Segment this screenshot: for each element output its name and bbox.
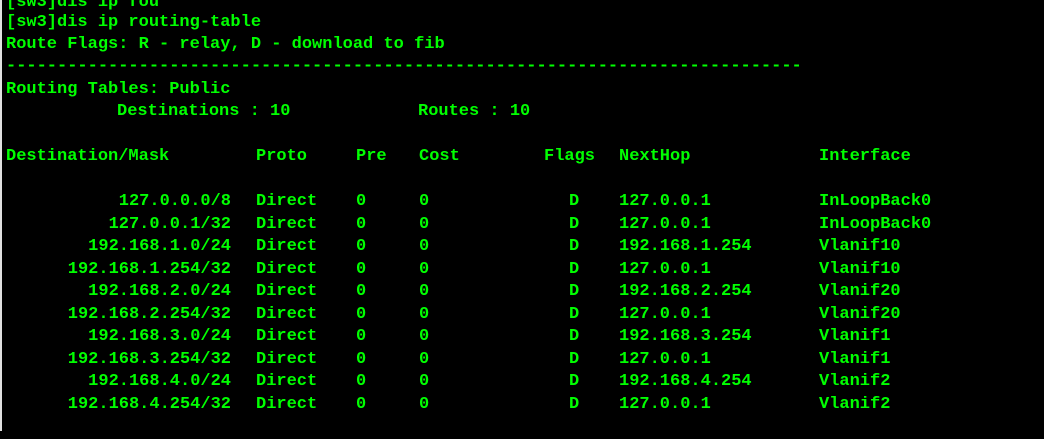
row-flags: D [569,304,580,324]
row-pre: 0 [356,372,367,391]
row-destination: 192.168.4.0/24 [88,372,231,391]
destinations-count: Destinations : 10 [117,102,291,121]
row-cost: 0 [419,327,430,346]
row-pre: 0 [356,327,367,346]
header-interface: Interface [819,147,911,166]
row-flags: D [569,214,580,234]
row-destination: 127.0.0.0/8 [118,192,231,211]
command-line: [sw3]dis ip routing-table [6,13,262,32]
row-flags: D [569,282,580,301]
row-flags: D [569,259,580,279]
row-destination: 127.0.0.1/32 [108,214,231,234]
route-flags-legend: Route Flags: R - relay, D - download to … [6,35,445,54]
row-interface: Vlanif20 [819,304,901,324]
row-cost: 0 [419,259,430,279]
row-pre: 0 [356,237,367,256]
row-proto: Direct [256,214,318,234]
row-nexthop: 192.168.1.254 [619,237,752,256]
row-nexthop: 127.0.0.1 [619,394,711,414]
row-flags: D [569,237,580,256]
row-cost: 0 [419,394,430,414]
row-interface: Vlanif2 [819,394,891,414]
separator-line: ----------------------------------------… [6,57,802,76]
row-proto: Direct [256,327,318,346]
row-destination: 192.168.3.254/32 [67,349,231,369]
row-pre: 0 [356,304,367,324]
row-pre: 0 [356,192,367,211]
row-proto: Direct [256,349,318,369]
row-nexthop: 127.0.0.1 [619,259,711,279]
row-pre: 0 [356,349,367,369]
header-proto: Proto [256,147,308,166]
row-destination: 192.168.2.254/32 [67,304,231,324]
row-proto: Direct [256,237,318,256]
header-nexthop: NextHop [619,147,691,166]
row-proto: Direct [256,259,318,279]
row-pre: 0 [356,394,367,414]
row-interface: Vlanif10 [819,237,901,256]
row-proto: Direct [256,282,318,301]
row-flags: D [569,349,580,369]
row-proto: Direct [256,304,318,324]
row-pre: 0 [356,214,367,234]
row-flags: D [569,192,580,211]
row-nexthop: 127.0.0.1 [619,214,711,234]
routes-count: Routes : 10 [418,102,531,121]
row-pre: 0 [356,282,367,301]
row-interface: Vlanif1 [819,327,891,346]
row-destination: 192.168.1.0/24 [88,237,231,256]
row-proto: Direct [256,192,318,211]
row-proto: Direct [256,372,318,391]
row-nexthop: 192.168.3.254 [619,327,752,346]
header-flags: Flags [544,147,596,166]
row-flags: D [569,394,580,414]
row-cost: 0 [419,192,430,211]
row-interface: Vlanif20 [819,282,901,301]
row-nexthop: 192.168.4.254 [619,372,752,391]
row-nexthop: 192.168.2.254 [619,282,752,301]
header-destination: Destination/Mask [6,147,170,166]
row-flags: D [569,372,580,391]
row-nexthop: 127.0.0.1 [619,349,711,369]
row-nexthop: 127.0.0.1 [619,304,711,324]
row-cost: 0 [419,372,430,391]
row-nexthop: 127.0.0.1 [619,192,711,211]
row-interface: InLoopBack0 [819,214,932,234]
terminal-window[interactable]: [sw3]dis ip fou [sw3]dis ip routing-tabl… [0,0,1044,439]
header-cost: Cost [419,147,460,166]
header-pre: Pre [356,147,387,166]
row-destination: 192.168.4.254/32 [67,394,231,414]
row-destination: 192.168.3.0/24 [88,327,231,346]
row-cost: 0 [419,349,430,369]
row-destination: 192.168.2.0/24 [88,282,231,301]
row-cost: 0 [419,282,430,301]
row-interface: Vlanif1 [819,349,891,369]
row-proto: Direct [256,394,318,414]
routing-tables-label: Routing Tables: Public [6,80,231,99]
row-interface: Vlanif10 [819,259,901,279]
row-cost: 0 [419,237,430,256]
row-pre: 0 [356,259,367,279]
row-flags: D [569,327,580,346]
row-interface: InLoopBack0 [819,192,932,211]
row-interface: Vlanif2 [819,372,891,391]
row-destination: 192.168.1.254/32 [67,259,231,279]
row-cost: 0 [419,304,430,324]
row-cost: 0 [419,214,430,234]
